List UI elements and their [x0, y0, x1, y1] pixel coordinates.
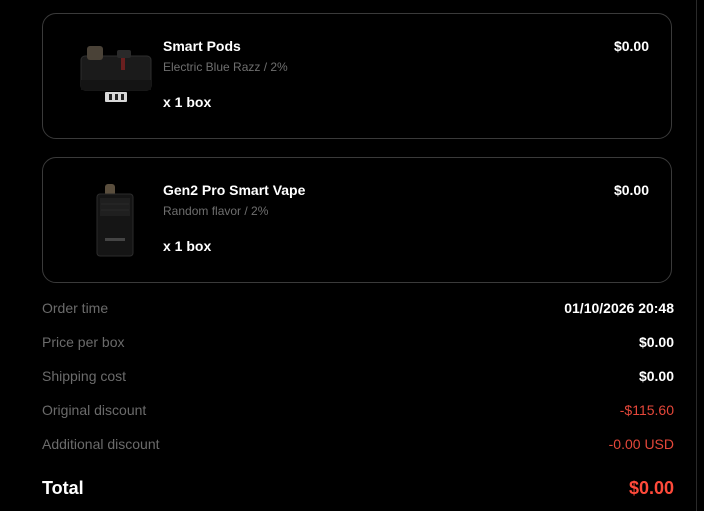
- order-time-label: Order time: [42, 300, 109, 316]
- original-discount-row: Original discount -$115.60: [42, 400, 674, 434]
- shipping-cost-value: $0.00: [638, 368, 674, 384]
- order-detail-panel: Smart Pods Electric Blue Razz / 2% x 1 b…: [0, 0, 704, 511]
- item-variant: Random flavor / 2%: [163, 204, 269, 218]
- scrollbar-track[interactable]: [696, 0, 697, 511]
- shipping-cost-label: Shipping cost: [42, 368, 127, 384]
- shipping-cost-row: Shipping cost $0.00: [42, 366, 674, 400]
- price-per-box-label: Price per box: [42, 334, 125, 350]
- price-per-box-value: $0.00: [638, 334, 674, 350]
- original-discount-label: Original discount: [42, 402, 147, 418]
- order-time-value: 01/10/2026 20:48: [564, 300, 674, 316]
- total-value: $0.00: [628, 478, 674, 498]
- pod-cartridge-icon: [67, 40, 163, 114]
- order-item-card[interactable]: Smart Pods Electric Blue Razz / 2% x 1 b…: [42, 13, 672, 139]
- original-discount-value: -$115.60: [619, 402, 674, 418]
- vape-device-icon: [67, 184, 163, 258]
- additional-discount-value: -0.00 USD: [608, 436, 674, 452]
- item-quantity: x 1 box: [163, 94, 212, 110]
- additional-discount-row: Additional discount -0.00 USD: [42, 434, 674, 468]
- additional-discount-label: Additional discount: [42, 436, 160, 452]
- item-name: Smart Pods: [163, 38, 241, 54]
- item-variant: Electric Blue Razz / 2%: [163, 60, 288, 74]
- item-price: $0.00: [613, 182, 649, 198]
- total-label: Total: [42, 478, 84, 498]
- total-row: Total $0.00: [42, 478, 674, 506]
- order-summary: Order time 01/10/2026 20:48 Price per bo…: [42, 298, 674, 468]
- item-price: $0.00: [613, 38, 649, 54]
- item-quantity: x 1 box: [163, 238, 212, 254]
- order-item-card[interactable]: Gen2 Pro Smart Vape Random flavor / 2% x…: [42, 157, 672, 283]
- price-per-box-row: Price per box $0.00: [42, 332, 674, 366]
- item-name: Gen2 Pro Smart Vape: [163, 182, 306, 198]
- order-time-row: Order time 01/10/2026 20:48: [42, 298, 674, 332]
